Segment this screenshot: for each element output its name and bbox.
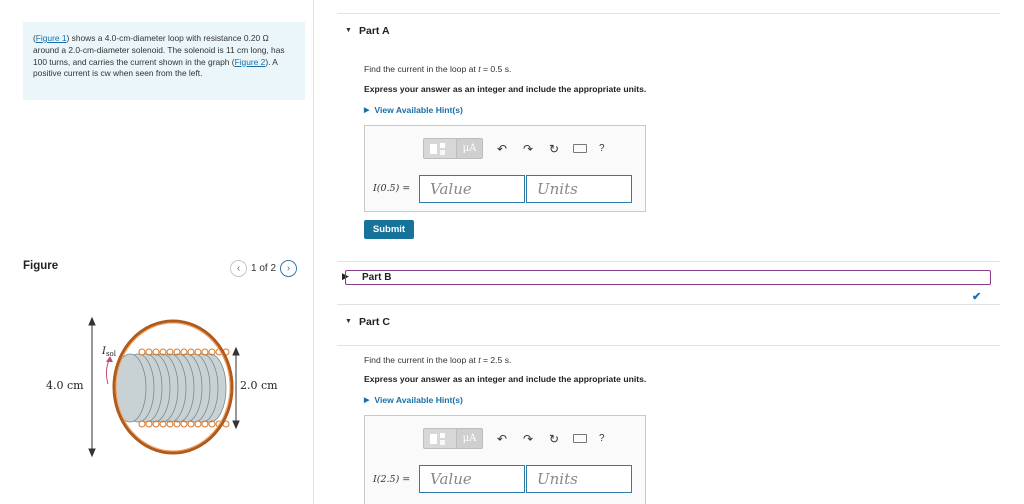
keyboard-icon[interactable]: [573, 144, 587, 153]
caret-down-icon: ▼: [345, 318, 352, 325]
part-a-units-input[interactable]: Units: [526, 175, 632, 203]
solenoid-diameter-arrow: [232, 346, 240, 430]
page-indicator: 1 of 2: [251, 263, 277, 274]
figure-pager: ‹ 1 of 2 ›: [230, 260, 298, 277]
problem-statement: (Figure 1) shows a 4.0-cm-diameter loop …: [23, 22, 305, 100]
redo-icon[interactable]: ↷: [521, 432, 535, 446]
loop-diameter-arrow: [88, 316, 96, 458]
help-icon[interactable]: ?: [599, 433, 605, 444]
column-divider: [313, 0, 314, 504]
solenoid-diameter-label: 2.0 cm: [240, 379, 278, 392]
part-b-header[interactable]: Part B: [345, 270, 991, 285]
current-direction-arrow: [105, 356, 113, 385]
part-c-units-input[interactable]: Units: [526, 465, 632, 493]
part-a: ▼ Part A: [337, 13, 1000, 47]
undo-icon[interactable]: ↶: [495, 432, 509, 446]
figure1-link[interactable]: Figure 1: [36, 33, 67, 43]
part-a-value-input[interactable]: Value: [419, 175, 525, 203]
chevron-left-icon[interactable]: ‹: [230, 260, 247, 277]
caret-right-icon: ▶: [364, 397, 370, 404]
part-c-header[interactable]: ▼ Part C: [337, 304, 1000, 338]
caret-right-icon: ▶: [364, 107, 370, 114]
part-a-header[interactable]: ▼ Part A: [337, 13, 1000, 47]
part-c-value-input[interactable]: Value: [419, 465, 525, 493]
part-a-hint[interactable]: ▶ View Available Hint(s): [364, 105, 463, 115]
units-icon[interactable]: μA: [457, 428, 483, 449]
part-a-submit-button[interactable]: Submit: [364, 220, 414, 239]
part-a-title: Part A: [359, 24, 390, 37]
caret-down-icon: ▼: [345, 27, 352, 34]
part-c-instruction: Express your answer as an integer and in…: [364, 374, 647, 384]
templates-icon[interactable]: [423, 428, 457, 449]
part-c-title: Part C: [359, 315, 390, 328]
templates-icon[interactable]: [423, 138, 457, 159]
part-a-toolbar: μA ↶ ↷ ↻ ?: [423, 138, 605, 159]
help-icon[interactable]: ?: [599, 143, 605, 154]
chevron-right-icon[interactable]: ›: [280, 260, 298, 277]
loop-diameter-label: 4.0 cm: [46, 379, 84, 392]
part-c-divider: [337, 345, 1000, 346]
part-a-instruction: Express your answer as an integer and in…: [364, 84, 647, 94]
solenoid-body: [113, 353, 227, 423]
part-a-answer-box: μA ↶ ↷ ↻ ? I(0.5) = Value Units: [364, 125, 646, 212]
units-icon[interactable]: μA: [457, 138, 483, 159]
reset-icon[interactable]: ↻: [547, 432, 561, 446]
part-c-eq-label: I(2.5) =: [373, 474, 411, 485]
figure2-link[interactable]: Figure 2: [235, 57, 266, 67]
current-label: Isol: [101, 346, 117, 358]
part-c-hint[interactable]: ▶ View Available Hint(s): [364, 395, 463, 405]
figure-heading: Figure: [23, 260, 59, 272]
undo-icon[interactable]: ↶: [495, 142, 509, 156]
part-a-prompt: Find the current in the loop at t = 0.5 …: [364, 64, 512, 74]
part-b-divider: [337, 261, 1000, 262]
part-c-toolbar: μA ↶ ↷ ↻ ?: [423, 428, 605, 449]
part-b-title: Part B: [362, 272, 392, 283]
loop-solenoid-diagram: 4.0 cm 2.0 cm Isol: [46, 316, 278, 458]
part-c-answer-box: μA ↶ ↷ ↻ ? I(2.5) = Value Units: [364, 415, 646, 504]
redo-icon[interactable]: ↷: [521, 142, 535, 156]
reset-icon[interactable]: ↻: [547, 142, 561, 156]
check-icon: ✔: [972, 291, 982, 303]
part-c-prompt: Find the current in the loop at t = 2.5 …: [364, 355, 512, 365]
part-a-eq-label: I(0.5) =: [373, 183, 411, 194]
keyboard-icon[interactable]: [573, 434, 587, 443]
part-c: ▼ Part C: [337, 304, 1000, 338]
